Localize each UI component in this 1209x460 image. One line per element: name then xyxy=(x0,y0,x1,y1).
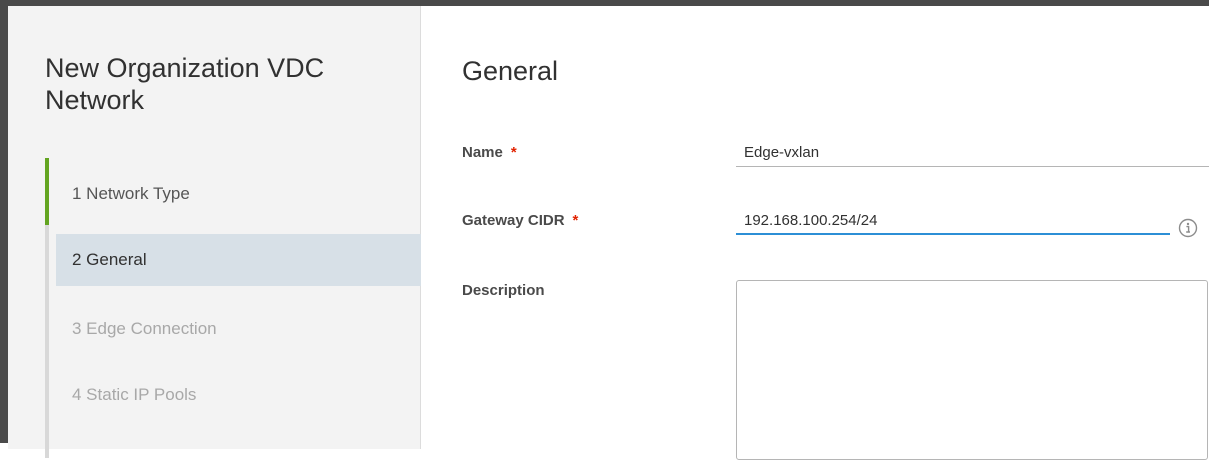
step-edge-connection: 3 Edge Connection xyxy=(72,319,217,338)
wizard-sidebar: New Organization VDC Network 1 Network T… xyxy=(8,6,421,458)
required-marker: * xyxy=(510,144,517,161)
step-network-type[interactable]: 1 Network Type xyxy=(56,168,421,220)
wizard-title: New Organization VDC Network xyxy=(45,53,325,115)
name-input[interactable] xyxy=(736,139,1209,167)
required-marker: * xyxy=(572,212,579,229)
wizard-dialog: New Organization VDC Network 1 Network T… xyxy=(0,0,1209,460)
step-progress-indicator xyxy=(45,158,49,225)
name-label-text: Name xyxy=(462,144,503,161)
info-icon[interactable] xyxy=(1178,218,1198,238)
step-general[interactable]: 2 General xyxy=(56,234,421,286)
gateway-cidr-label: Gateway CIDR * xyxy=(462,212,578,229)
gateway-cidr-label-text: Gateway CIDR xyxy=(462,212,565,229)
wizard-content: General Name * Gateway CIDR * Description xyxy=(421,6,1209,460)
step-static-ip-pools: 4 Static IP Pools xyxy=(72,385,197,404)
gateway-cidr-input[interactable] xyxy=(736,207,1170,235)
description-textarea[interactable] xyxy=(736,280,1208,460)
description-label: Description xyxy=(462,282,545,299)
name-label: Name * xyxy=(462,144,517,161)
section-title: General xyxy=(462,56,559,86)
